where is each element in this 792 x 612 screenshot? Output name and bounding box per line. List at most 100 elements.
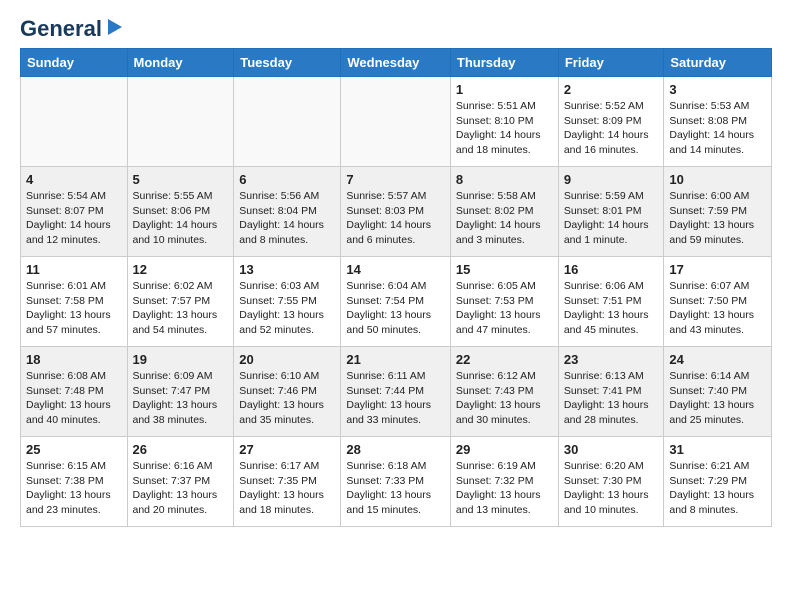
day-number: 18 [26,352,122,367]
cell-info: Sunrise: 6:20 AMSunset: 7:30 PMDaylight:… [564,459,659,518]
day-number: 27 [239,442,335,457]
day-number: 20 [239,352,335,367]
cell-info: Sunrise: 6:11 AMSunset: 7:44 PMDaylight:… [346,369,445,428]
calendar-cell: 6 Sunrise: 5:56 AMSunset: 8:04 PMDaylight… [234,167,341,257]
day-number: 21 [346,352,445,367]
calendar-cell: 2 Sunrise: 5:52 AMSunset: 8:09 PMDaylight… [558,77,664,167]
cell-info: Sunrise: 5:53 AMSunset: 8:08 PMDaylight:… [669,99,766,158]
day-number: 16 [564,262,659,277]
calendar-cell [234,77,341,167]
cell-info: Sunrise: 6:13 AMSunset: 7:41 PMDaylight:… [564,369,659,428]
weekday-header-wednesday: Wednesday [341,49,451,77]
calendar-cell: 24 Sunrise: 6:14 AMSunset: 7:40 PMDayligh… [664,347,772,437]
day-number: 12 [133,262,229,277]
weekday-header-row: SundayMondayTuesdayWednesdayThursdayFrid… [21,49,772,77]
cell-info: Sunrise: 6:07 AMSunset: 7:50 PMDaylight:… [669,279,766,338]
cell-info: Sunrise: 6:06 AMSunset: 7:51 PMDaylight:… [564,279,659,338]
calendar-cell: 20Sunrise: 6:10 AMSunset: 7:46 PMDayligh… [234,347,341,437]
calendar-cell: 7 Sunrise: 5:57 AMSunset: 8:03 PMDaylight… [341,167,451,257]
calendar-cell: 26 Sunrise: 6:16 AMSunset: 7:37 PMDayligh… [127,437,234,527]
logo-general: General [20,16,102,42]
calendar-cell: 18 Sunrise: 6:08 AMSunset: 7:48 PMDayligh… [21,347,128,437]
calendar-table: SundayMondayTuesdayWednesdayThursdayFrid… [20,48,772,527]
calendar-cell: 3 Sunrise: 5:53 AMSunset: 8:08 PMDaylight… [664,77,772,167]
calendar-cell: 28Sunrise: 6:18 AMSunset: 7:33 PMDayligh… [341,437,451,527]
week-row-1: 1Sunrise: 5:51 AMSunset: 8:10 PMDaylight… [21,77,772,167]
cell-info: Sunrise: 6:21 AMSunset: 7:29 PMDaylight:… [669,459,766,518]
day-number: 14 [346,262,445,277]
cell-info: Sunrise: 6:14 AMSunset: 7:40 PMDaylight:… [669,369,766,428]
calendar-cell: 14 Sunrise: 6:04 AMSunset: 7:54 PMDayligh… [341,257,451,347]
calendar-cell: 9Sunrise: 5:59 AMSunset: 8:01 PMDaylight… [558,167,664,257]
day-number: 7 [346,172,445,187]
weekday-header-monday: Monday [127,49,234,77]
calendar-cell: 1Sunrise: 5:51 AMSunset: 8:10 PMDaylight… [450,77,558,167]
cell-info: Sunrise: 5:51 AMSunset: 8:10 PMDaylight:… [456,99,553,158]
cell-info: Sunrise: 5:54 AMSunset: 8:07 PMDaylight:… [26,189,122,248]
cell-info: Sunrise: 5:57 AMSunset: 8:03 PMDaylight:… [346,189,445,248]
week-row-2: 4 Sunrise: 5:54 AMSunset: 8:07 PMDaylight… [21,167,772,257]
cell-info: Sunrise: 6:16 AMSunset: 7:37 PMDaylight:… [133,459,229,518]
weekday-header-saturday: Saturday [664,49,772,77]
cell-info: Sunrise: 6:01 AMSunset: 7:58 PMDaylight:… [26,279,122,338]
cell-info: Sunrise: 6:00 AMSunset: 7:59 PMDaylight:… [669,189,766,248]
calendar-cell: 10 Sunrise: 6:00 AMSunset: 7:59 PMDayligh… [664,167,772,257]
week-row-5: 25Sunrise: 6:15 AMSunset: 7:38 PMDayligh… [21,437,772,527]
weekday-header-friday: Friday [558,49,664,77]
day-number: 11 [26,262,122,277]
cell-info: Sunrise: 5:52 AMSunset: 8:09 PMDaylight:… [564,99,659,158]
cell-info: Sunrise: 6:19 AMSunset: 7:32 PMDaylight:… [456,459,553,518]
week-row-4: 18 Sunrise: 6:08 AMSunset: 7:48 PMDayligh… [21,347,772,437]
calendar-cell: 31 Sunrise: 6:21 AMSunset: 7:29 PMDayligh… [664,437,772,527]
cell-info: Sunrise: 6:05 AMSunset: 7:53 PMDaylight:… [456,279,553,338]
day-number: 19 [133,352,229,367]
day-number: 25 [26,442,122,457]
day-number: 2 [564,82,659,97]
day-number: 22 [456,352,553,367]
page-header: General [20,16,772,38]
cell-info: Sunrise: 6:04 AMSunset: 7:54 PMDaylight:… [346,279,445,338]
day-number: 13 [239,262,335,277]
calendar-cell: 21 Sunrise: 6:11 AMSunset: 7:44 PMDayligh… [341,347,451,437]
logo: General [20,16,126,38]
calendar-cell [341,77,451,167]
calendar-cell: 13 Sunrise: 6:03 AMSunset: 7:55 PMDayligh… [234,257,341,347]
day-number: 17 [669,262,766,277]
calendar-cell: 25Sunrise: 6:15 AMSunset: 7:38 PMDayligh… [21,437,128,527]
calendar-cell: 19Sunrise: 6:09 AMSunset: 7:47 PMDayligh… [127,347,234,437]
calendar-cell [127,77,234,167]
day-number: 6 [239,172,335,187]
cell-info: Sunrise: 6:08 AMSunset: 7:48 PMDaylight:… [26,369,122,428]
calendar-cell: 11 Sunrise: 6:01 AMSunset: 7:58 PMDayligh… [21,257,128,347]
cell-info: Sunrise: 5:58 AMSunset: 8:02 PMDaylight:… [456,189,553,248]
cell-info: Sunrise: 5:55 AMSunset: 8:06 PMDaylight:… [133,189,229,248]
cell-info: Sunrise: 6:17 AMSunset: 7:35 PMDaylight:… [239,459,335,518]
calendar-cell: 16 Sunrise: 6:06 AMSunset: 7:51 PMDayligh… [558,257,664,347]
day-number: 30 [564,442,659,457]
calendar-cell: 5 Sunrise: 5:55 AMSunset: 8:06 PMDaylight… [127,167,234,257]
day-number: 29 [456,442,553,457]
day-number: 31 [669,442,766,457]
cell-info: Sunrise: 5:56 AMSunset: 8:04 PMDaylight:… [239,189,335,248]
cell-info: Sunrise: 6:03 AMSunset: 7:55 PMDaylight:… [239,279,335,338]
day-number: 4 [26,172,122,187]
cell-info: Sunrise: 6:12 AMSunset: 7:43 PMDaylight:… [456,369,553,428]
calendar-cell: 17 Sunrise: 6:07 AMSunset: 7:50 PMDayligh… [664,257,772,347]
day-number: 10 [669,172,766,187]
day-number: 23 [564,352,659,367]
calendar-cell: 4 Sunrise: 5:54 AMSunset: 8:07 PMDaylight… [21,167,128,257]
day-number: 28 [346,442,445,457]
weekday-header-thursday: Thursday [450,49,558,77]
cell-info: Sunrise: 6:02 AMSunset: 7:57 PMDaylight:… [133,279,229,338]
calendar-cell: 30 Sunrise: 6:20 AMSunset: 7:30 PMDayligh… [558,437,664,527]
day-number: 5 [133,172,229,187]
day-number: 8 [456,172,553,187]
logo-arrow-icon [104,17,126,39]
weekday-header-sunday: Sunday [21,49,128,77]
day-number: 24 [669,352,766,367]
calendar-cell: 27 Sunrise: 6:17 AMSunset: 7:35 PMDayligh… [234,437,341,527]
day-number: 15 [456,262,553,277]
week-row-3: 11 Sunrise: 6:01 AMSunset: 7:58 PMDayligh… [21,257,772,347]
day-number: 26 [133,442,229,457]
day-number: 3 [669,82,766,97]
